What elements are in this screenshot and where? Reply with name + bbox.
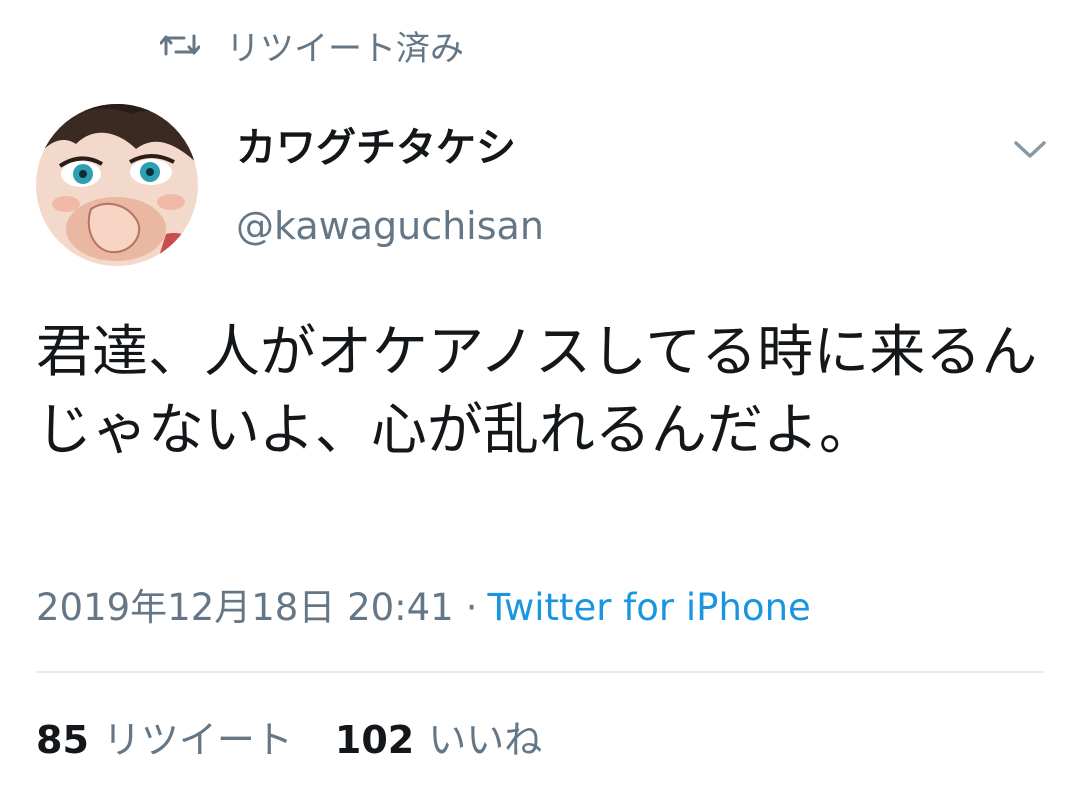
divider	[36, 671, 1044, 673]
tweet-source-link[interactable]: Twitter for iPhone	[487, 586, 810, 629]
like-count: 102	[334, 718, 415, 762]
retweet-count-stat[interactable]: 85 リツイート	[36, 712, 293, 768]
tweet-text: 君達、人がオケアノスしてる時に来るんじゃないよ、心が乱れるんだよ。	[36, 320, 1038, 463]
retweet-count-label: リツイート	[102, 718, 293, 762]
tweet-stats: 85 リツイート 102 いいね	[36, 712, 542, 768]
author-handle[interactable]: @kawaguchisan	[236, 200, 544, 252]
avatar-illustration	[36, 104, 198, 266]
like-count-stat[interactable]: 102 いいね	[335, 712, 542, 768]
like-count-label: いいね	[428, 718, 543, 762]
avatar[interactable]	[36, 104, 198, 266]
meta-separator: ·	[465, 586, 478, 629]
retweet-banner-label: リツイート済み	[226, 28, 464, 69]
retweet-banner: リツイート済み	[160, 18, 464, 72]
retweet-icon	[160, 34, 200, 56]
chevron-down-icon[interactable]	[1010, 134, 1050, 164]
author-display-name[interactable]: カワグチタケシ	[236, 120, 516, 176]
tweet-meta: 2019年12月18日 20:41 · Twitter for iPhone	[36, 582, 811, 634]
retweet-count: 85	[36, 718, 89, 762]
tweet-timestamp[interactable]: 2019年12月18日 20:41	[36, 586, 454, 629]
